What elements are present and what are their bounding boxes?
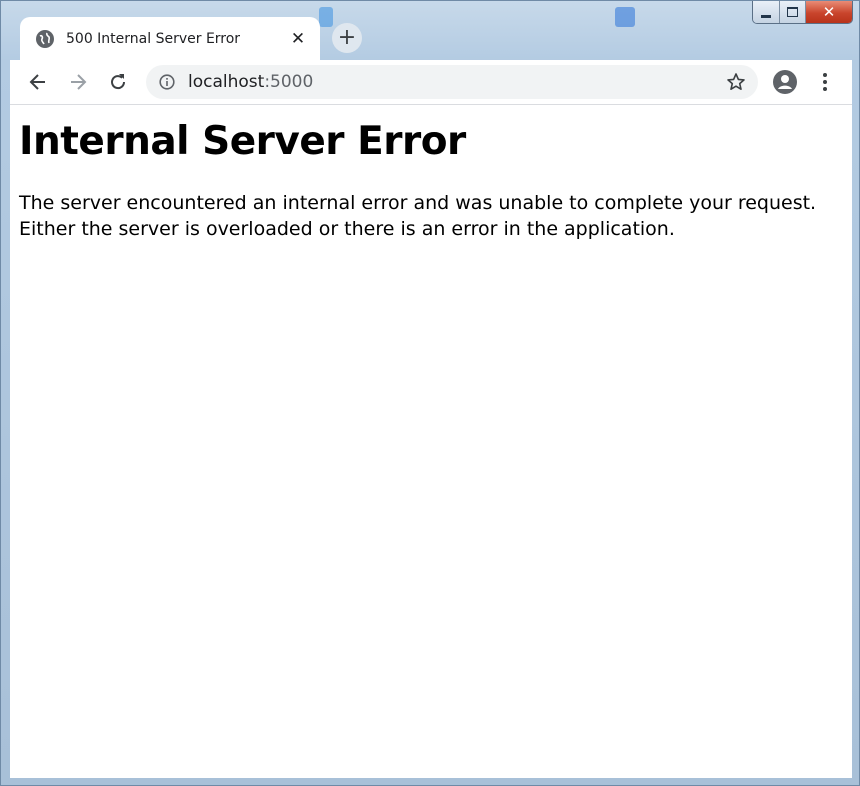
reload-button[interactable] (104, 68, 132, 96)
back-arrow-icon (29, 74, 45, 90)
minimize-icon (761, 14, 771, 18)
tab-close-icon[interactable]: ✕ (288, 29, 308, 49)
back-button[interactable] (24, 68, 52, 96)
browser-toolbar: localhost:5000 (10, 60, 852, 105)
plus-icon: + (337, 25, 357, 50)
page-title: Internal Server Error (19, 119, 466, 164)
tab-active[interactable]: 500 Internal Server Error ✕ (20, 17, 320, 61)
url-text[interactable]: localhost:5000 (188, 72, 313, 92)
maximize-icon (787, 7, 798, 17)
error-message: The server encountered an internal error… (19, 192, 817, 240)
url-port: :5000 (264, 72, 314, 92)
window-close-icon: ✕ (822, 3, 836, 21)
forward-arrow-icon (71, 74, 87, 90)
window-controls: ✕ (752, 1, 853, 24)
window-close-button[interactable]: ✕ (806, 1, 852, 23)
background-tab-favicon (615, 7, 635, 27)
kebab-menu-icon[interactable] (814, 70, 836, 94)
globe-icon (36, 30, 54, 48)
info-icon[interactable] (158, 73, 176, 91)
forward-button[interactable] (64, 68, 92, 96)
profile-avatar-icon[interactable] (772, 69, 798, 95)
reload-icon (111, 74, 126, 90)
browser-window: ✕ 500 Internal Server Error ✕ + localhos… (0, 0, 860, 786)
minimize-button[interactable] (753, 1, 780, 23)
bookmark-star-icon[interactable] (726, 72, 746, 92)
address-bar[interactable]: localhost:5000 (146, 65, 758, 99)
page-viewport: Internal Server Error The server encount… (10, 105, 852, 778)
new-tab-button[interactable]: + (332, 23, 362, 53)
url-host: localhost (188, 72, 265, 92)
background-tab-favicon (319, 7, 333, 27)
maximize-button[interactable] (780, 1, 806, 23)
tab-title: 500 Internal Server Error (66, 31, 241, 47)
